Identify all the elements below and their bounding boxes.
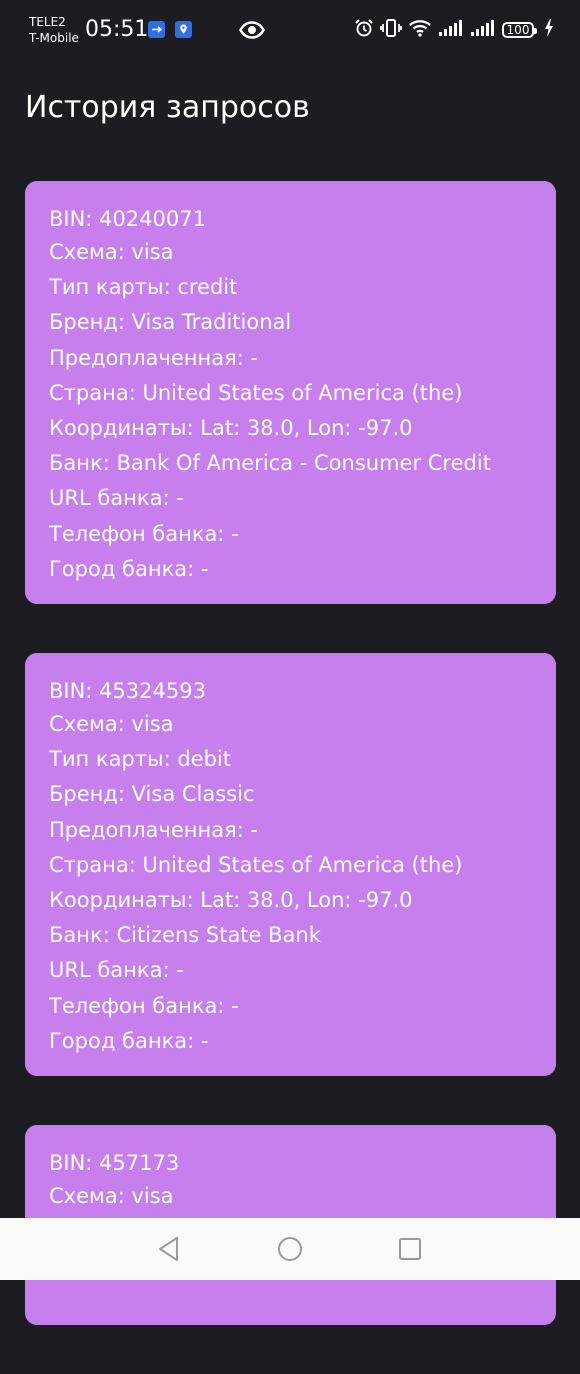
card-bin: BIN: 40240071 (49, 207, 206, 231)
eye-icon (239, 20, 265, 44)
history-card[interactable]: BIN: 40240071 Схема: visa Тип карты: cre… (25, 181, 556, 604)
status-bar: TELE2 T-Mobile 05:51 100 (0, 0, 580, 62)
home-icon[interactable] (276, 1235, 304, 1263)
vibrate-icon (380, 18, 402, 42)
carrier-labels: TELE2 T-Mobile (29, 14, 79, 46)
card-bank-url: URL банка: - (49, 958, 184, 983)
usb-icon (148, 21, 165, 38)
battery-level: 100 (506, 23, 530, 37)
navigation-bar (0, 1218, 580, 1280)
card-type: Тип карты: debit (49, 747, 231, 772)
card-bank-phone: Телефон банка: - (49, 521, 239, 546)
history-list[interactable]: BIN: 40240071 Схема: visa Тип карты: cre… (25, 181, 556, 1374)
card-scheme: Схема: visa (49, 712, 174, 736)
card-type: Тип карты: credit (49, 275, 238, 300)
card-bank-phone: Телефон банка: - (49, 993, 239, 1018)
back-icon[interactable] (155, 1235, 183, 1263)
page-title: История запросов (25, 90, 310, 125)
card-brand: Бренд: Visa Classic (49, 782, 255, 807)
card-bank-url: URL банка: - (49, 486, 184, 511)
card-bank-city: Город банка: - (49, 1028, 209, 1053)
card-bank-city: Город банка: - (49, 556, 209, 581)
signal-icon (438, 18, 464, 42)
card-bin: BIN: 45324593 (49, 679, 206, 703)
card-prepaid: Предоплаченная: - (49, 817, 259, 842)
card-scheme: Схема: visa (49, 240, 174, 264)
card-coordinates: Координаты: Lat: 38.0, Lon: -97.0 (49, 416, 413, 441)
card-scheme: Схема: visa (49, 1184, 174, 1208)
card-bank: Банк: Citizens State Bank (49, 923, 321, 948)
card-country: Страна: United States of America (the) (49, 380, 463, 405)
card-bank: Банк: Bank Of America - Consumer Credit (49, 451, 491, 476)
card-country: Страна: United States of America (the) (49, 852, 463, 877)
alarm-icon (354, 18, 374, 42)
charging-icon (544, 18, 554, 42)
recents-icon[interactable] (396, 1235, 424, 1263)
wifi-icon (408, 18, 432, 42)
carrier-2: T-Mobile (29, 31, 79, 45)
history-card[interactable]: BIN: 45324593 Схема: visa Тип карты: deb… (25, 653, 556, 1076)
location-shield-icon (175, 21, 192, 38)
clock: 05:51 (85, 17, 149, 42)
status-icons: 100 (354, 18, 554, 42)
carrier-1: TELE2 (29, 15, 66, 29)
signal-icon (470, 18, 496, 42)
battery-icon: 100 (502, 22, 537, 38)
card-bin: BIN: 457173 (49, 1151, 180, 1175)
card-coordinates: Координаты: Lat: 38.0, Lon: -97.0 (49, 888, 413, 913)
card-prepaid: Предоплаченная: - (49, 345, 259, 370)
card-brand: Бренд: Visa Traditional (49, 310, 292, 335)
